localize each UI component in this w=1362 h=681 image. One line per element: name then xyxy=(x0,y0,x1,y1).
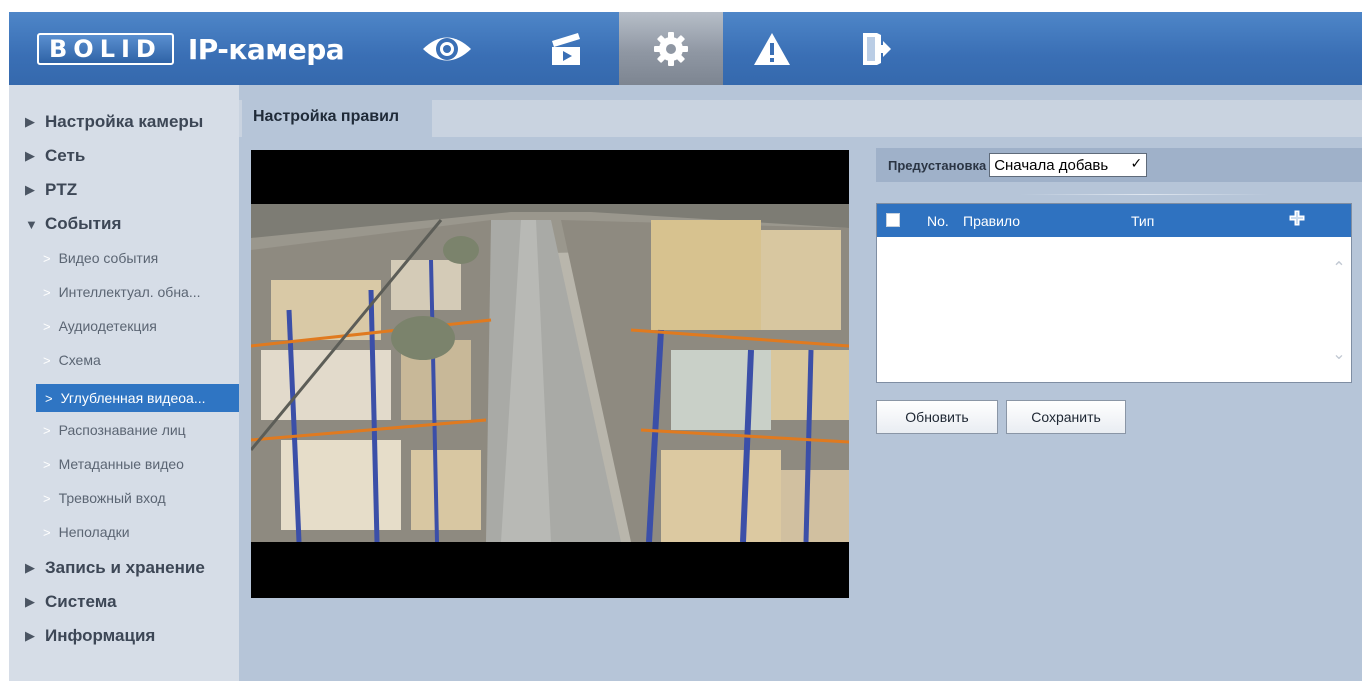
chevron-right-icon: > xyxy=(43,456,51,472)
nav-playback-button[interactable] xyxy=(514,12,618,85)
chevron-down-icon: ✓ xyxy=(1130,155,1143,171)
refresh-button[interactable]: Обновить xyxy=(876,400,998,434)
scroll-down-icon[interactable]: ⌄ xyxy=(1328,344,1350,364)
video-preview[interactable] xyxy=(251,150,849,598)
save-button[interactable]: Сохранить xyxy=(1006,400,1126,434)
preset-bar: Предустановка Сначала добавь ✓ xyxy=(876,148,1362,182)
warehouse-camera-image xyxy=(251,150,849,598)
preset-select[interactable]: Сначала добавь ✓ xyxy=(989,153,1148,177)
sidebar-item-label: Распознавание лиц xyxy=(58,422,186,438)
chevron-right-icon: > xyxy=(43,250,51,266)
sidebar-item-events[interactable]: ▼ События xyxy=(9,209,239,239)
triangle-right-icon: ▶ xyxy=(25,182,35,197)
main-content: Настройка правил Предустановка Сначала д… xyxy=(239,85,1362,681)
column-header-type: Тип xyxy=(1131,213,1155,229)
chevron-right-icon: > xyxy=(43,318,51,334)
sidebar-item-label: Схема xyxy=(58,352,101,368)
sidebar-item-label: PTZ xyxy=(45,180,78,199)
tab-rule-settings[interactable]: Настройка правил xyxy=(242,100,432,137)
sidebar-item-label: Аудиодетекция xyxy=(58,318,157,334)
sidebar-item-ptz[interactable]: ▶ PTZ xyxy=(9,175,239,205)
column-header-rule: Правило xyxy=(963,213,1021,229)
sidebar-item-label: Неполадки xyxy=(58,524,130,540)
sidebar-item-label: Информация xyxy=(45,626,156,645)
nav-logout-button[interactable] xyxy=(823,12,927,85)
sidebar-item-advanced-video-analytics[interactable]: > Углубленная видеоа... xyxy=(36,384,239,412)
gear-icon xyxy=(654,31,688,66)
column-header-no: No. xyxy=(927,213,949,229)
sidebar-item-label: События xyxy=(45,214,122,233)
sidebar-item-recording-storage[interactable]: ▶ Запись и хранение xyxy=(9,553,239,583)
sidebar-item-label: Метаданные видео xyxy=(58,456,184,472)
chevron-right-icon: > xyxy=(43,490,51,506)
sidebar-item-audio-detection[interactable]: > Аудиодетекция xyxy=(9,311,239,341)
chevron-right-icon: > xyxy=(43,422,51,438)
sidebar-item-schema[interactable]: > Схема xyxy=(9,345,239,375)
sidebar-item-label: Система xyxy=(45,592,117,611)
sidebar-item-face-recognition[interactable]: > Распознавание лиц xyxy=(9,415,239,445)
clapperboard-icon xyxy=(552,32,580,65)
triangle-right-icon: ▶ xyxy=(25,594,35,609)
rules-table-header: No. Правило Тип xyxy=(877,204,1351,237)
triangle-right-icon: ▶ xyxy=(25,628,35,643)
divider xyxy=(1019,194,1269,195)
triangle-right-icon: ▶ xyxy=(25,114,35,129)
scroll-up-icon[interactable]: ⌃ xyxy=(1328,258,1350,278)
sidebar-item-label: Углубленная видеоа... xyxy=(60,390,206,406)
nav-setup-button[interactable] xyxy=(619,12,723,85)
eye-icon xyxy=(423,37,471,60)
rules-table: No. Правило Тип ⌃ ⌄ xyxy=(876,203,1352,383)
chevron-right-icon: > xyxy=(43,524,51,540)
settings-sidebar: ▶ Настройка камеры ▶ Сеть ▶ PTZ ▼ Событи… xyxy=(9,85,239,681)
triangle-down-icon: ▼ xyxy=(25,216,38,232)
sidebar-item-video-metadata[interactable]: > Метаданные видео xyxy=(9,449,239,479)
sidebar-item-information[interactable]: ▶ Информация xyxy=(9,621,239,651)
sidebar-item-video-events[interactable]: > Видео события xyxy=(9,243,239,273)
sidebar-item-label: Тревожный вход xyxy=(58,490,166,506)
brand-logo: BOLID IP-камера xyxy=(37,32,345,66)
preset-label: Предустановка xyxy=(888,157,987,173)
sidebar-item-label: Запись и хранение xyxy=(45,558,205,577)
sidebar-item-label: Сеть xyxy=(45,146,86,165)
triangle-right-icon: ▶ xyxy=(25,148,35,163)
select-all-checkbox[interactable] xyxy=(886,213,900,227)
sidebar-item-label: Видео события xyxy=(58,250,159,266)
triangle-right-icon: ▶ xyxy=(25,560,35,575)
nav-live-button[interactable] xyxy=(395,12,499,85)
tab-bar: Настройка правил xyxy=(239,100,1362,137)
app-title: IP-камера xyxy=(187,32,345,66)
nav-alarm-button[interactable] xyxy=(720,12,824,85)
sidebar-item-network[interactable]: ▶ Сеть xyxy=(9,141,239,171)
top-header: BOLID IP-камера xyxy=(9,12,1362,85)
preset-select-value: Сначала добавь xyxy=(994,156,1109,174)
sidebar-item-camera-settings[interactable]: ▶ Настройка камеры xyxy=(9,107,239,137)
sidebar-item-system[interactable]: ▶ Система xyxy=(9,587,239,617)
warning-icon xyxy=(754,32,790,65)
chevron-right-icon: > xyxy=(45,390,53,406)
add-rule-icon[interactable] xyxy=(1288,209,1306,227)
sidebar-item-label: Настройка камеры xyxy=(45,112,204,131)
chevron-right-icon: > xyxy=(43,284,51,300)
bolid-logo: BOLID xyxy=(37,33,174,65)
sidebar-item-faults[interactable]: > Неполадки xyxy=(9,517,239,547)
sidebar-item-alarm-input[interactable]: > Тревожный вход xyxy=(9,483,239,513)
sidebar-item-smart-detection[interactable]: > Интеллектуал. обна... xyxy=(9,277,239,307)
chevron-right-icon: > xyxy=(43,352,51,368)
logout-icon xyxy=(863,32,891,65)
sidebar-item-label: Интеллектуал. обна... xyxy=(58,284,201,300)
